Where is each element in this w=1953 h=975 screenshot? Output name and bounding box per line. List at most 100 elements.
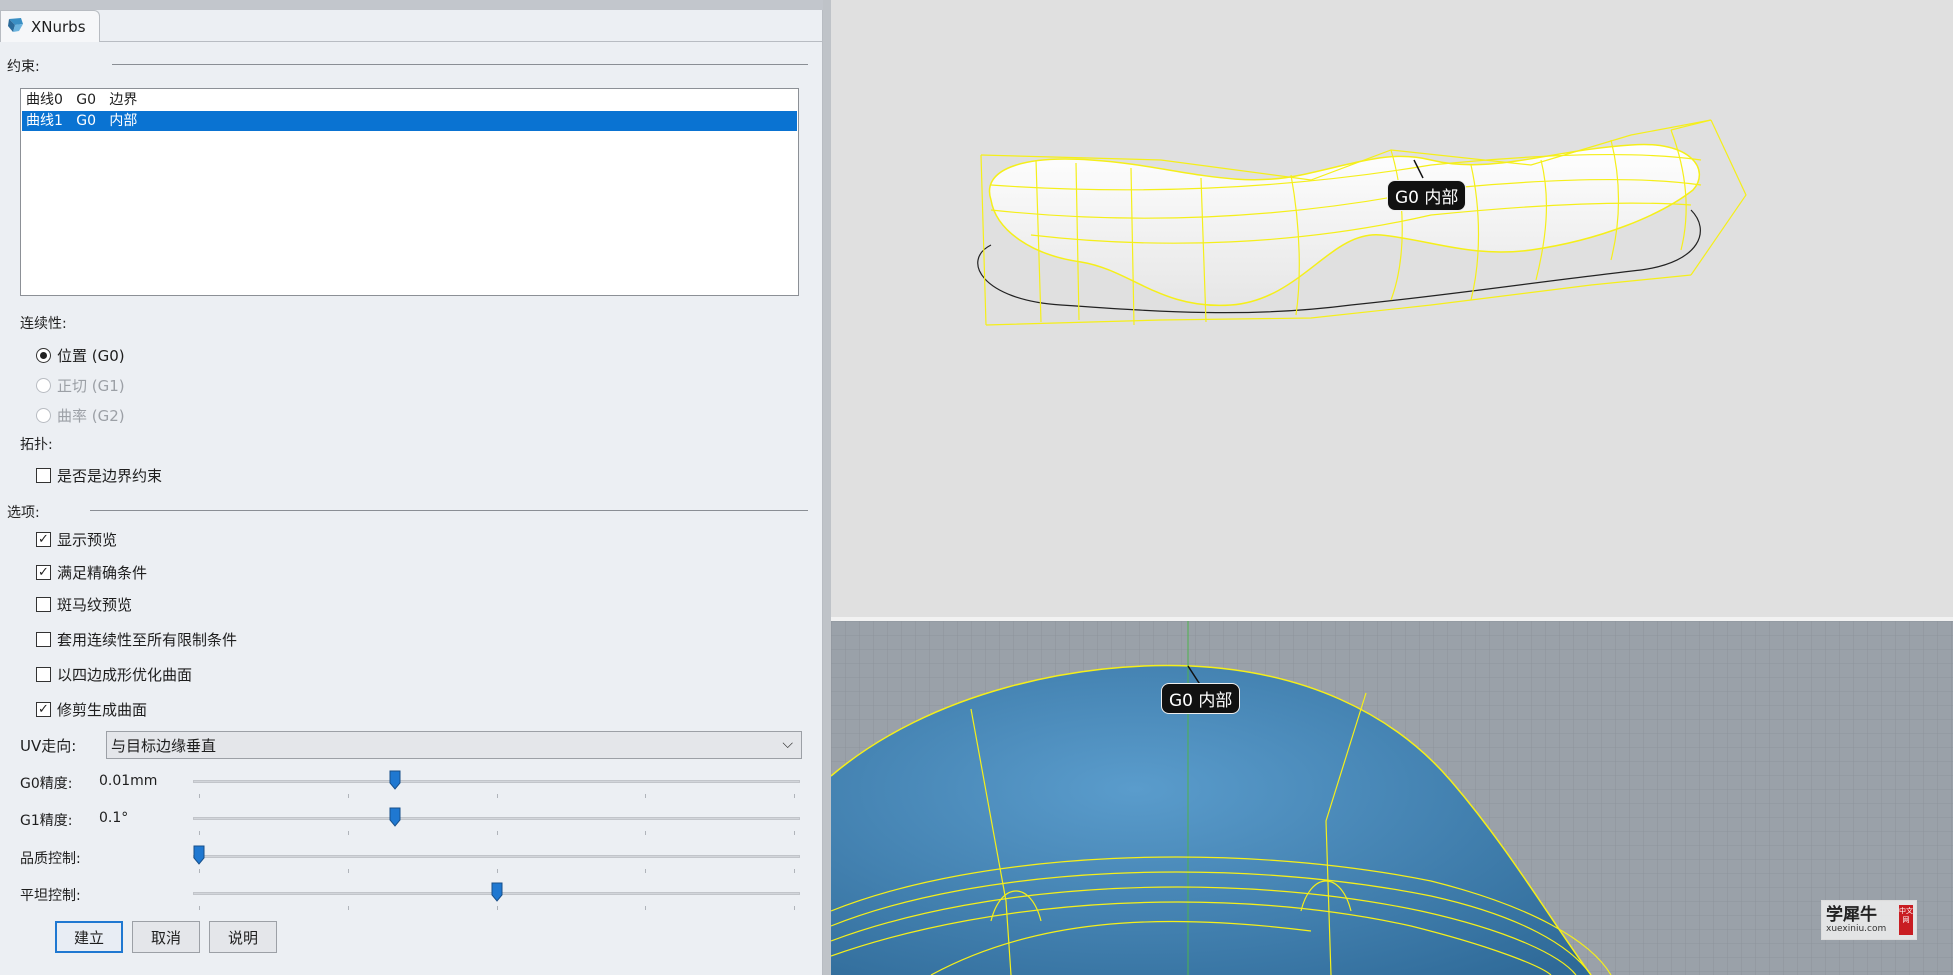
panel-top-strip <box>0 0 823 10</box>
slider-tick <box>645 831 647 835</box>
watermark-badge: 中文网 <box>1899 905 1913 935</box>
xnurbs-panel: XNurbs 约束: 曲线0 G0 边界 曲线1 G0 内部 连续性: 位置 (… <box>0 0 823 975</box>
slider-tick <box>496 869 498 873</box>
exact-conditions-label: 满足精确条件 <box>57 564 148 582</box>
options-separator <box>90 510 808 511</box>
g1-precision-track[interactable] <box>193 817 800 820</box>
bottom-viewport-drawing <box>831 621 1953 975</box>
quality-control-slider-row: 品质控制: <box>20 845 802 875</box>
trim-surface-label: 修剪生成曲面 <box>57 701 148 719</box>
g0-precision-track[interactable] <box>193 780 800 783</box>
g1-precision-slider-row: G1精度: 0.1° <box>20 807 802 837</box>
exact-conditions-checkbox[interactable]: ✓ <box>36 565 51 580</box>
quality-control-track[interactable] <box>193 855 800 858</box>
slider-tick <box>199 906 200 910</box>
g0-precision-thumb[interactable] <box>389 770 401 790</box>
constraint-row-1[interactable]: 曲线1 G0 内部 <box>22 111 797 131</box>
chevron-down-icon: ⌵ <box>782 736 793 752</box>
radio-g1-label: 正切 (G1) <box>57 377 125 395</box>
help-button[interactable]: 说明 <box>209 921 277 953</box>
constraints-label: 约束: <box>7 59 40 75</box>
viewport-bottom[interactable]: G0 内部 学犀牛 xuexiniu.com 中文网 <box>831 621 1953 975</box>
quality-control-label: 品质控制: <box>20 851 81 867</box>
tab-underline <box>100 41 823 42</box>
radio-g0[interactable] <box>36 348 51 363</box>
quality-control-thumb[interactable] <box>193 845 205 865</box>
four-sided-optimize-checkbox[interactable] <box>36 667 51 682</box>
slider-tick <box>794 906 795 910</box>
slider-tick <box>199 794 200 798</box>
slider-tick <box>496 794 498 798</box>
boundary-constraint-label: 是否是边界约束 <box>57 467 163 485</box>
slider-tick <box>496 831 498 835</box>
radio-g2-label: 曲率 (G2) <box>57 407 125 425</box>
viewport-gap <box>823 0 831 975</box>
slider-tick <box>496 906 498 910</box>
g1-precision-label: G1精度: <box>20 813 73 829</box>
show-preview-checkbox[interactable]: ✓ <box>36 532 51 547</box>
slider-tick <box>347 794 349 798</box>
option-show-preview[interactable]: ✓ 显示预览 <box>36 529 117 550</box>
slider-tick <box>794 831 795 835</box>
zebra-preview-label: 斑马纹预览 <box>57 596 133 614</box>
slider-tick <box>347 869 349 873</box>
topology-label: 拓扑: <box>20 437 53 453</box>
uv-direction-select[interactable]: 与目标边缘垂直 ⌵ <box>106 731 802 759</box>
flatness-control-label: 平坦控制: <box>20 888 81 904</box>
slider-tick <box>199 869 200 873</box>
option-exact-conditions[interactable]: ✓ 满足精确条件 <box>36 562 147 583</box>
boundary-constraint-checkbox[interactable] <box>36 468 51 483</box>
radio-g1[interactable] <box>36 378 51 393</box>
boundary-constraint-option[interactable]: 是否是边界约束 <box>36 465 162 486</box>
four-sided-optimize-label: 以四边成形优化曲面 <box>57 666 193 684</box>
continuity-option-g2[interactable]: 曲率 (G2) <box>36 405 125 426</box>
g0-precision-value: 0.01mm <box>99 773 158 789</box>
slider-tick <box>645 906 647 910</box>
tab-title: XNurbs <box>31 17 86 36</box>
slider-tick <box>794 869 795 873</box>
slider-tick <box>794 794 795 798</box>
flatness-control-slider-row: 平坦控制: <box>20 882 802 912</box>
constraints-separator <box>112 64 808 65</box>
uv-direction-value: 与目标边缘垂直 <box>111 736 217 755</box>
top-viewport-annotation: G0 内部 <box>1387 180 1467 211</box>
options-label: 选项: <box>7 505 40 521</box>
g0-precision-slider-row: G0精度: 0.01mm <box>20 770 802 800</box>
constraint-row-0[interactable]: 曲线0 G0 边界 <box>22 90 797 110</box>
option-apply-continuity-all[interactable]: 套用连续性至所有限制条件 <box>36 629 237 650</box>
slider-tick <box>347 831 349 835</box>
slider-tick <box>645 869 647 873</box>
continuity-option-g1[interactable]: 正切 (G1) <box>36 375 125 396</box>
slider-tick <box>199 831 200 835</box>
xnurbs-logo-icon <box>7 16 25 38</box>
option-trim-surface[interactable]: ✓ 修剪生成曲面 <box>36 699 147 720</box>
g1-precision-value: 0.1° <box>99 810 129 826</box>
continuity-option-g0[interactable]: 位置 (G0) <box>36 345 125 366</box>
create-button[interactable]: 建立 <box>55 921 123 953</box>
constraints-list[interactable]: 曲线0 G0 边界 曲线1 G0 内部 <box>20 88 799 296</box>
option-zebra-preview[interactable]: 斑马纹预览 <box>36 594 132 615</box>
apply-continuity-all-label: 套用连续性至所有限制条件 <box>57 631 238 649</box>
flatness-control-thumb[interactable] <box>491 882 503 902</box>
top-viewport-drawing <box>977 119 1747 326</box>
zebra-preview-checkbox[interactable] <box>36 597 51 612</box>
viewport-top[interactable]: G0 内部 <box>831 0 1953 617</box>
show-preview-label: 显示预览 <box>57 531 118 549</box>
watermark-logo: 学犀牛 xuexiniu.com 中文网 <box>1821 900 1917 940</box>
slider-tick <box>347 906 349 910</box>
watermark-main: 学犀牛 <box>1826 905 1877 925</box>
slider-tick <box>645 794 647 798</box>
continuity-label: 连续性: <box>20 316 67 332</box>
trim-surface-checkbox[interactable]: ✓ <box>36 702 51 717</box>
apply-continuity-all-checkbox[interactable] <box>36 632 51 647</box>
radio-g0-label: 位置 (G0) <box>57 347 125 365</box>
g0-precision-label: G0精度: <box>20 776 73 792</box>
bottom-viewport-annotation: G0 内部 <box>1161 683 1241 714</box>
option-four-sided-optimize[interactable]: 以四边成形优化曲面 <box>36 664 192 685</box>
uv-direction-label: UV走向: <box>20 737 77 755</box>
radio-g2[interactable] <box>36 408 51 423</box>
watermark-url: xuexiniu.com <box>1826 924 1887 934</box>
cancel-button[interactable]: 取消 <box>132 921 200 953</box>
g1-precision-thumb[interactable] <box>389 807 401 827</box>
tab-xnurbs[interactable]: XNurbs <box>0 10 100 42</box>
